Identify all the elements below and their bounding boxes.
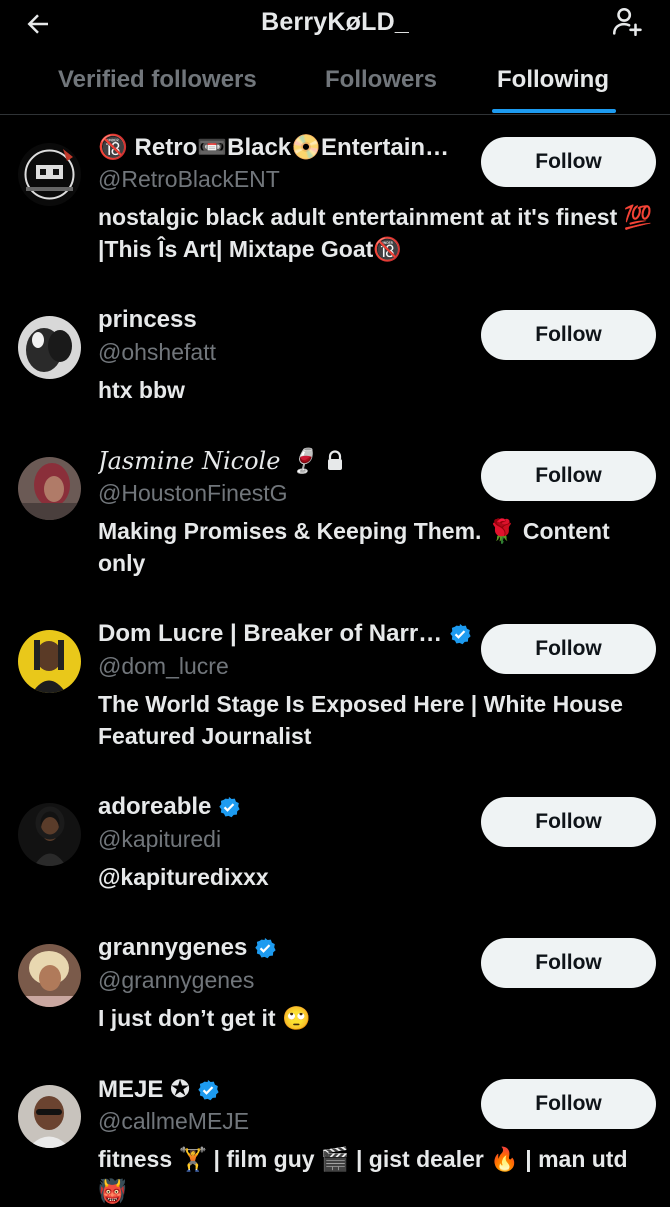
user-bio: The World Stage Is Exposed Here | White … xyxy=(98,691,623,749)
follow-button[interactable]: Follow xyxy=(481,1079,656,1129)
user-row[interactable]: grannygenes @grannygenes I just don’t ge… xyxy=(0,916,670,1056)
tab-verified-followers[interactable]: Verified followers xyxy=(58,66,257,94)
avatar[interactable] xyxy=(18,143,81,206)
user-name: princess xyxy=(98,306,197,334)
user-bio: htx bbw xyxy=(98,377,185,403)
display-name: Dom Lucre | Breaker of Narr… xyxy=(98,620,443,647)
follow-button[interactable]: Follow xyxy=(481,137,656,187)
active-tab-indicator xyxy=(492,109,616,113)
user-name: Jasmine Nicole 🍷 xyxy=(98,447,345,475)
user-name: adoreable xyxy=(98,793,240,821)
top-bar: BerryKøLD_ xyxy=(0,0,670,56)
tab-bar: Verified followers Followers Following xyxy=(0,56,670,115)
display-name: 🔞 Retro📼Black📀Entertain… xyxy=(98,134,450,161)
follow-button[interactable]: Follow xyxy=(481,310,656,360)
user-handle: @dom_lucre xyxy=(98,653,229,679)
avatar[interactable] xyxy=(18,316,81,379)
user-bio: @kapituredixxx xyxy=(98,864,269,890)
display-name: grannygenes xyxy=(98,934,248,961)
user-row[interactable]: princess @ohshefatt htx bbw Follow xyxy=(0,288,670,428)
display-name: princess xyxy=(98,306,197,333)
add-user-icon xyxy=(610,5,644,44)
user-handle: @ohshefatt xyxy=(98,339,216,365)
user-handle: @callmeMEJE xyxy=(98,1108,250,1134)
user-bio: nostalgic black adult entertainment at i… xyxy=(98,204,653,262)
user-name: Dom Lucre | Breaker of Narr… xyxy=(98,620,471,648)
user-name: grannygenes xyxy=(98,934,276,962)
tab-following[interactable]: Following xyxy=(497,66,609,94)
user-bio: I just don’t get it 🙄 xyxy=(98,1005,311,1031)
user-handle: @kapituredi xyxy=(98,826,222,852)
user-row[interactable]: Dom Lucre | Breaker of Narr… @dom_lucre … xyxy=(0,602,670,774)
verified-badge-icon xyxy=(197,1079,219,1101)
user-row[interactable]: adoreable @kapituredi @kapituredixxx Fol… xyxy=(0,775,670,915)
user-bio: Making Promises & Keeping Them. 🌹 Conten… xyxy=(98,518,610,576)
verified-badge-icon xyxy=(218,796,240,818)
add-user-button[interactable] xyxy=(606,3,648,45)
display-name: adoreable xyxy=(98,793,212,820)
avatar[interactable] xyxy=(18,457,81,520)
user-bio: fitness 🏋 | film guy 🎬 | gist dealer 🔥 |… xyxy=(98,1146,628,1204)
avatar[interactable] xyxy=(18,630,81,693)
user-row[interactable]: 🔞 Retro📼Black📀Entertain… @RetroBlackENT … xyxy=(0,115,670,287)
tab-followers[interactable]: Followers xyxy=(325,66,437,94)
follow-button[interactable]: Follow xyxy=(481,624,656,674)
lock-icon xyxy=(325,450,345,472)
avatar[interactable] xyxy=(18,944,81,1007)
verified-badge-icon xyxy=(449,623,471,645)
user-handle: @HoustonFinestG xyxy=(98,480,288,506)
user-name: 🔞 Retro📼Black📀Entertain… xyxy=(98,133,449,162)
user-row[interactable]: MEJE ✪ @callmeMEJE fitness 🏋 | film guy … xyxy=(0,1057,670,1204)
user-handle: @grannygenes xyxy=(98,967,255,993)
display-name: Jasmine Nicole 🍷 xyxy=(98,447,318,475)
avatar[interactable] xyxy=(18,1085,81,1148)
page-title: BerryKøLD_ xyxy=(261,8,409,36)
user-handle: @RetroBlackENT xyxy=(98,166,280,192)
follow-button[interactable]: Follow xyxy=(481,938,656,988)
user-name: MEJE ✪ xyxy=(98,1075,219,1104)
follow-button[interactable]: Follow xyxy=(481,451,656,501)
display-name: MEJE ✪ xyxy=(98,1076,191,1103)
verified-badge-icon xyxy=(254,937,276,959)
follow-button[interactable]: Follow xyxy=(481,797,656,847)
avatar[interactable] xyxy=(18,803,81,866)
user-row[interactable]: Jasmine Nicole 🍷 @HoustonFinestG Making … xyxy=(0,429,670,601)
